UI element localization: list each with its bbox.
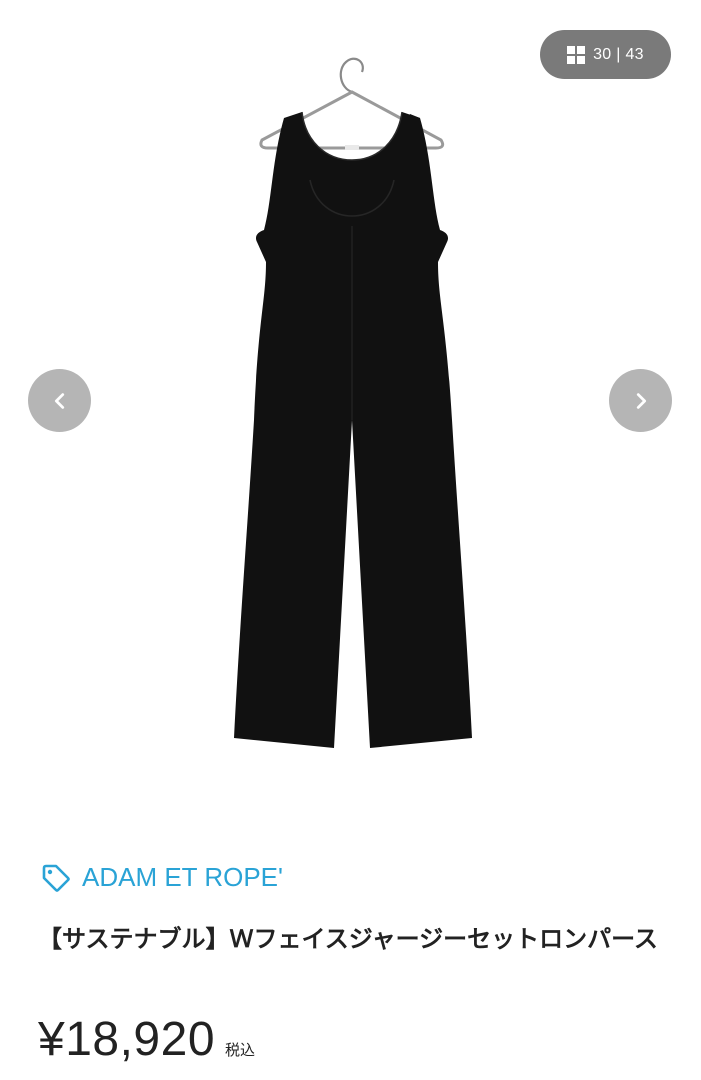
product-info: ADAM ET ROPE' 【サステナブル】Ｗフェイスジャージーセットロンパース…	[0, 800, 701, 1080]
grid-icon	[567, 45, 586, 64]
image-counter[interactable]: 30 | 43	[540, 30, 671, 79]
price-row: ¥18,920 税込	[38, 1012, 255, 1067]
previous-image-button[interactable]	[28, 369, 91, 432]
chevron-left-icon	[54, 392, 64, 409]
counter-separator: |	[616, 45, 621, 63]
next-image-button[interactable]	[609, 369, 672, 432]
brand-link[interactable]: ADAM ET ROPE'	[38, 860, 283, 894]
chevron-right-icon	[636, 392, 646, 409]
brand-name[interactable]: ADAM ET ROPE'	[82, 862, 283, 893]
counter-current: 30	[593, 45, 612, 63]
counter-text: 30 | 43	[593, 46, 644, 64]
product-image	[234, 57, 472, 748]
tax-included-label: 税込	[225, 1042, 256, 1059]
product-title: 【サステナブル】Ｗフェイスジャージーセットロンパース	[38, 926, 658, 953]
tag-icon	[38, 860, 72, 894]
counter-total: 43	[625, 45, 644, 63]
product-price: ¥18,920	[38, 1013, 216, 1066]
product-gallery[interactable]: 30 | 43	[0, 0, 701, 800]
